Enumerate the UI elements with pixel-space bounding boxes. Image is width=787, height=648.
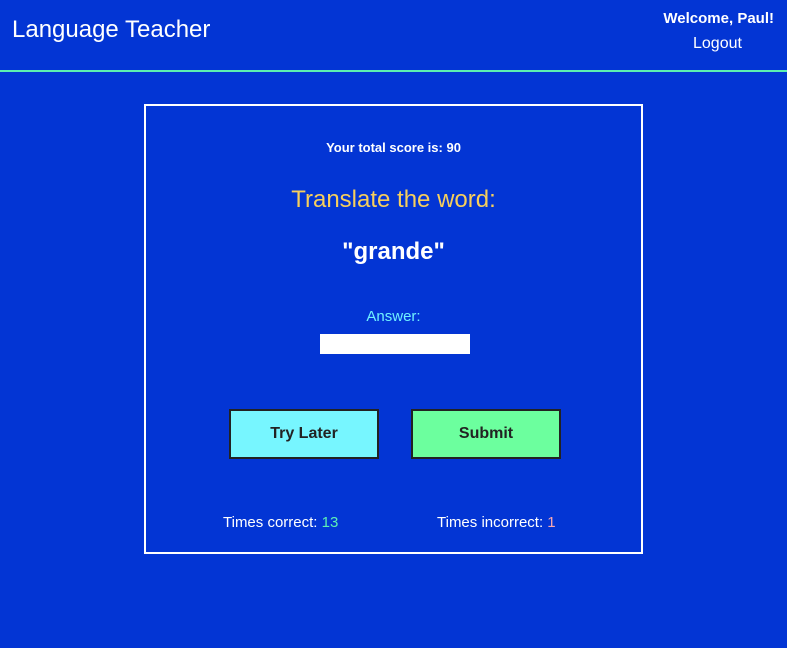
times-incorrect-value: 1: [547, 514, 556, 531]
quiz-card: Your total score is: 90 Translate the wo…: [144, 104, 643, 554]
word-to-translate: "grande": [342, 238, 445, 265]
app-title: Language Teacher: [12, 16, 211, 43]
header: Language Teacher Welcome, Paul! Logout: [0, 0, 787, 72]
times-incorrect-label: Times incorrect:: [437, 514, 548, 531]
times-correct-label: Times correct:: [223, 514, 322, 531]
answer-input[interactable]: [320, 334, 470, 354]
prompt-heading: Translate the word:: [291, 186, 496, 213]
total-score: Your total score is: 90: [326, 140, 461, 155]
try-later-button[interactable]: Try Later: [229, 409, 379, 459]
times-incorrect: Times incorrect: 1: [437, 514, 556, 531]
times-correct-value: 13: [321, 514, 339, 531]
welcome-text: Welcome, Paul!: [663, 10, 774, 27]
submit-button[interactable]: Submit: [411, 409, 561, 459]
logout-link[interactable]: Logout: [693, 35, 742, 53]
times-correct: Times correct: 13: [223, 514, 338, 531]
answer-label: Answer:: [366, 308, 421, 325]
